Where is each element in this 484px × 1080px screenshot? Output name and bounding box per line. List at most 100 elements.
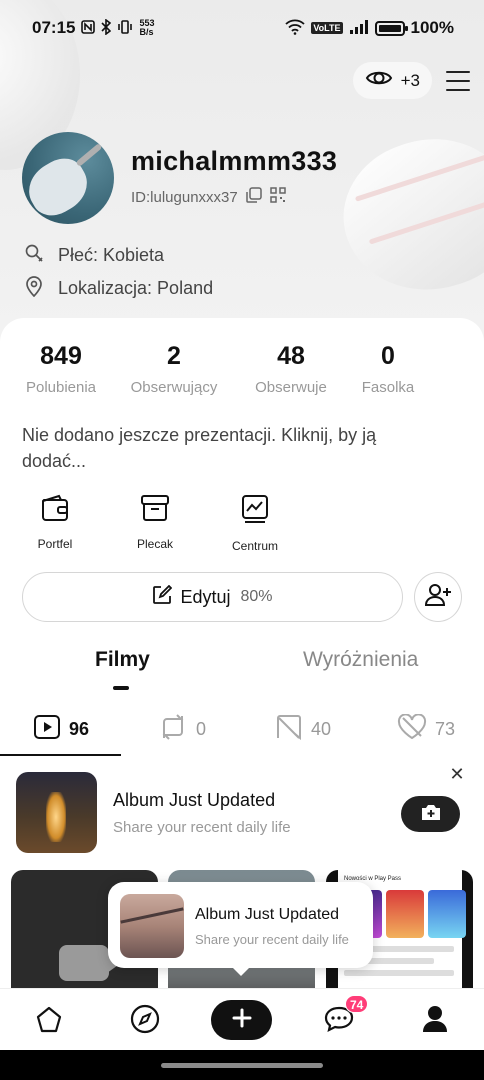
gender-row: Płeć: Kobieta bbox=[24, 243, 164, 268]
stat-followers[interactable]: 2 Obserwujący bbox=[125, 342, 223, 396]
thumbnail-card bbox=[428, 890, 466, 938]
location-text: Lokalizacja: Poland bbox=[58, 278, 214, 298]
camera-plus-icon bbox=[420, 803, 442, 826]
vibrate-icon bbox=[117, 19, 133, 37]
create-icon bbox=[231, 1007, 253, 1034]
profile-completion: 80% bbox=[240, 588, 273, 605]
edit-profile-button[interactable]: Edytuj 80% bbox=[22, 572, 403, 622]
status-left: 07:15 553 B/s bbox=[32, 17, 155, 38]
clock: 07:15 bbox=[32, 18, 76, 37]
menu-icon[interactable] bbox=[446, 70, 470, 91]
stat-label: Polubienia bbox=[25, 379, 97, 396]
location-row: Lokalizacja: Poland bbox=[24, 275, 213, 302]
nfc-icon bbox=[81, 19, 96, 37]
repost-icon bbox=[158, 714, 188, 745]
subtab-count: 40 bbox=[311, 719, 332, 739]
stat-value: 849 bbox=[40, 342, 82, 370]
wallet-label: Portfel bbox=[37, 537, 73, 551]
profile-viewers-button[interactable]: +3 bbox=[352, 62, 432, 99]
nav-home[interactable] bbox=[29, 1001, 69, 1041]
creator-center-icon bbox=[241, 494, 269, 529]
video-filter-tabs: 96 0 40 73 bbox=[0, 708, 484, 756]
battery-percent: 100% bbox=[410, 18, 454, 37]
stat-value: 48 bbox=[277, 342, 305, 370]
creator-center-label: Centrum bbox=[231, 539, 278, 553]
bottom-nav: 74 bbox=[0, 988, 484, 1050]
backpack-label: Plecak bbox=[136, 537, 174, 551]
thumbnail-card bbox=[386, 890, 424, 938]
location-pin-icon bbox=[24, 275, 44, 302]
gender-icon bbox=[24, 243, 44, 268]
nav-profile[interactable] bbox=[415, 1001, 455, 1041]
status-right: VoLTE 100% bbox=[285, 18, 454, 38]
subtab-count: 0 bbox=[196, 719, 207, 739]
album-thumbnail bbox=[16, 772, 97, 853]
stat-likes[interactable]: 849 Polubienia bbox=[22, 342, 100, 396]
subtab-count: 73 bbox=[435, 719, 456, 739]
user-id-row: ID:lulugunxxx37 bbox=[131, 187, 286, 207]
bluetooth-icon bbox=[101, 17, 112, 38]
tab-indicator bbox=[113, 686, 129, 690]
stat-following[interactable]: 48 Obserwuje bbox=[250, 342, 332, 396]
content-tabs: Filmy Wyróżnienia bbox=[0, 644, 484, 694]
top-actions: +3 bbox=[352, 62, 470, 99]
profile-icon bbox=[421, 1004, 449, 1039]
avatar[interactable] bbox=[22, 132, 114, 224]
album-popup[interactable]: Album Just Updated Share your recent dai… bbox=[108, 882, 373, 976]
creator-center-link[interactable]: Centrum bbox=[224, 494, 286, 553]
stat-label: Obserwuje bbox=[255, 379, 327, 396]
status-bar: 07:15 553 B/s VoLTE 100% bbox=[0, 0, 484, 56]
stat-beans[interactable]: 0 Fasolka bbox=[357, 342, 419, 396]
popup-thumbnail bbox=[120, 894, 184, 958]
volte-badge: VoLTE bbox=[311, 22, 343, 34]
private-icon bbox=[275, 714, 303, 745]
home-icon bbox=[34, 1005, 64, 1038]
gesture-bar[interactable] bbox=[161, 1063, 323, 1068]
battery-icon bbox=[374, 20, 408, 36]
gender-text: Płeć: Kobieta bbox=[58, 245, 165, 265]
stat-value: 0 bbox=[381, 342, 395, 370]
popup-subtitle: Share your recent daily life bbox=[195, 932, 349, 947]
qr-code-icon[interactable] bbox=[269, 187, 286, 207]
add-user-icon bbox=[424, 583, 452, 612]
eye-icon bbox=[365, 68, 393, 93]
add-friend-button[interactable] bbox=[414, 572, 462, 622]
bio-text[interactable]: Nie dodano jeszcze prezentacji. Kliknij,… bbox=[22, 422, 442, 474]
tab-highlights[interactable]: Wyróżnienia bbox=[303, 648, 418, 672]
create-album-button[interactable] bbox=[401, 796, 460, 832]
subtab-reposts[interactable]: 0 bbox=[158, 714, 206, 745]
video-camera-icon bbox=[59, 945, 121, 981]
gesture-area bbox=[0, 1050, 484, 1080]
subtab-count: 96 bbox=[69, 719, 90, 739]
user-id: ID:lulugunxxx37 bbox=[131, 188, 238, 206]
backpack-icon bbox=[140, 494, 170, 527]
edit-label: Edytuj bbox=[180, 586, 231, 607]
create-button[interactable] bbox=[211, 1000, 272, 1040]
album-banner-subtitle: Share your recent daily life bbox=[113, 819, 291, 836]
stat-label: Fasolka bbox=[361, 379, 415, 396]
subtab-liked[interactable]: 73 bbox=[397, 713, 456, 745]
album-banner-title: Album Just Updated bbox=[113, 790, 276, 810]
network-speed: 553 B/s bbox=[139, 19, 154, 37]
copy-icon[interactable] bbox=[245, 187, 262, 207]
popup-title: Album Just Updated bbox=[195, 906, 340, 923]
signal-icon bbox=[349, 19, 369, 38]
subtab-underline bbox=[0, 754, 121, 756]
tab-videos[interactable]: Filmy bbox=[95, 648, 150, 672]
edit-icon bbox=[152, 584, 173, 610]
explore-icon bbox=[130, 1004, 160, 1039]
wifi-icon bbox=[285, 19, 305, 38]
stat-value: 2 bbox=[167, 342, 181, 370]
subtab-videos[interactable]: 96 bbox=[33, 714, 89, 745]
quick-links: Portfel Plecak Centrum bbox=[24, 494, 286, 553]
nav-explore[interactable] bbox=[125, 1001, 165, 1041]
liked-icon bbox=[397, 713, 427, 745]
stat-label: Obserwujący bbox=[130, 379, 218, 396]
thumbnail-row bbox=[344, 970, 454, 976]
wallet-link[interactable]: Portfel bbox=[24, 494, 86, 553]
subtab-private[interactable]: 40 bbox=[275, 714, 331, 745]
backpack-link[interactable]: Plecak bbox=[124, 494, 186, 553]
album-banner[interactable]: Album Just Updated Share your recent dai… bbox=[0, 764, 484, 864]
viewers-count: +3 bbox=[400, 70, 420, 90]
close-icon[interactable]: ✕ bbox=[449, 765, 465, 783]
